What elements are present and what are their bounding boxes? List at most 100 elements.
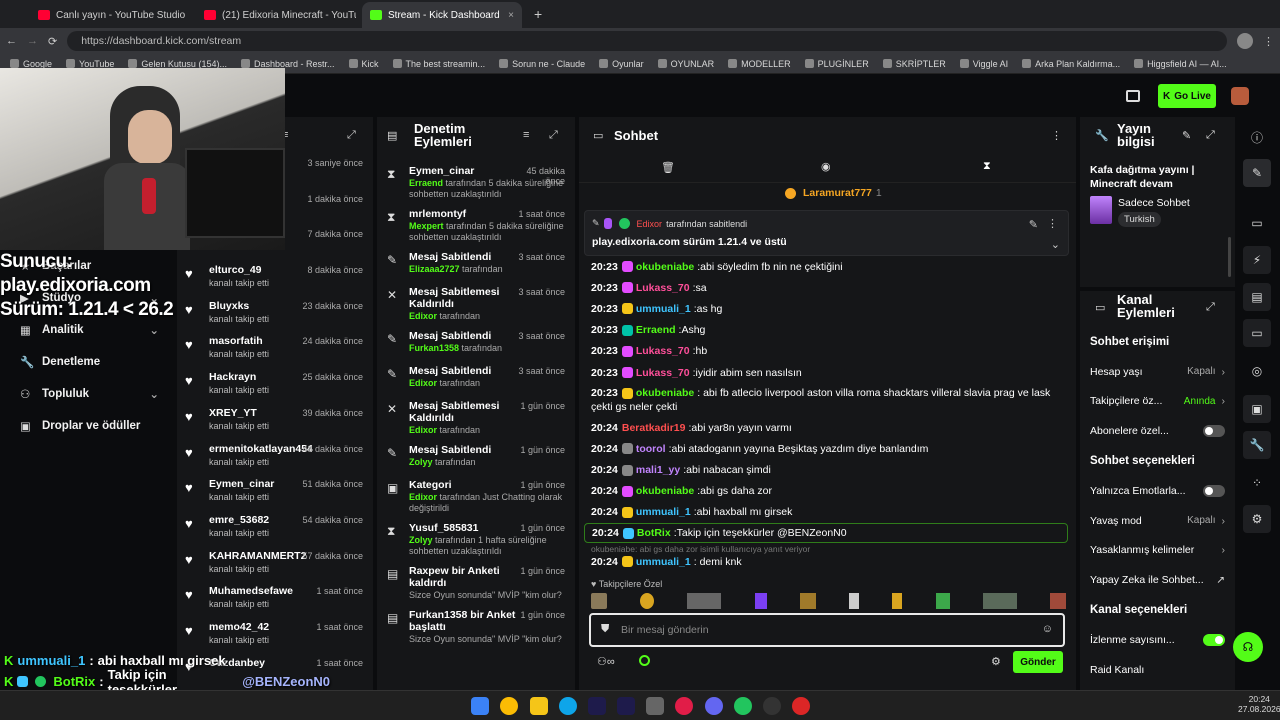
chat-message[interactable]: 20:24 ummuali_1 : demi knk (579, 551, 1076, 572)
chat-message[interactable]: 20:24 okubeniabe: abi gs daha zor (579, 481, 1076, 502)
chat-username[interactable]: okubeniabe (636, 485, 694, 497)
discord-icon[interactable] (705, 697, 723, 715)
app-icon[interactable] (763, 697, 781, 715)
mod-action-row[interactable]: ▤ Furkan1358 bir Anket başlattı Sizce Oyun… (377, 605, 575, 649)
channel-setting-row[interactable]: Abonelere özel... (1080, 416, 1235, 446)
go-live-button[interactable]: K Go Live (1158, 84, 1216, 108)
nav-item[interactable]: 🔧 Denetleme (0, 346, 177, 378)
spotify-icon[interactable] (734, 697, 752, 715)
chat-username[interactable]: ummuali_1 (636, 303, 691, 315)
toggle-switch[interactable] (1203, 634, 1225, 647)
toggle-switch[interactable] (1203, 485, 1225, 498)
nav-item[interactable]: ▣ Droplar ve ödüller (0, 410, 177, 442)
popout-icon[interactable]: ⤢ (549, 129, 558, 142)
follower-row[interactable]: ♥ KAHRAMANMERT2 kanalı takip etti 57 dakika… (177, 546, 373, 582)
mod-actor[interactable]: Zolyy (409, 457, 433, 467)
bookmark-item[interactable]: Gelen Kutusu (154)... (128, 59, 227, 69)
chat-username[interactable]: Lukass_70 (636, 282, 690, 294)
stream-tag[interactable]: Turkish (1118, 212, 1161, 227)
edge-icon[interactable] (559, 697, 577, 715)
gear-icon[interactable]: ⚙ (991, 655, 1001, 668)
hourglass-icon[interactable]: ⧗ (983, 160, 991, 173)
follower-row[interactable]: ♥ Eymen_cinar kanalı takip etti 51 dakika ö… (177, 474, 373, 510)
menu-icon[interactable]: ⋮ (1263, 35, 1274, 48)
toggle-switch[interactable] (1203, 424, 1225, 437)
chat-username[interactable]: okubeniabe (636, 387, 694, 399)
more-icon[interactable]: ⋮ (1051, 129, 1062, 142)
chat-username[interactable]: Erraend (636, 324, 676, 336)
follower-row[interactable]: ♥ ermenitokatlayan454 kanalı takip etti 48 … (177, 439, 373, 475)
list-icon[interactable]: ▤ (1243, 283, 1271, 311)
bookmark-item[interactable]: Arka Plan Kaldırma... (1022, 59, 1120, 69)
close-icon[interactable]: × (508, 10, 514, 21)
target-icon[interactable]: ◎ (1243, 357, 1271, 385)
mod-actor[interactable]: Elizaaa2727 (409, 264, 460, 274)
chrome-icon[interactable] (500, 697, 518, 715)
chat-username[interactable]: ummuali_1 (636, 556, 691, 568)
channel-setting-row[interactable]: Yapay Zeka ile Sohbet... ↗ (1080, 565, 1235, 595)
bookmark-item[interactable]: Viggle AI (959, 59, 1008, 69)
mod-actor[interactable]: Mexpert (409, 221, 444, 231)
follower-row[interactable]: ♥ masorfatih kanalı takip etti 24 dakika ön… (177, 331, 373, 367)
mod-action-row[interactable]: ▣ Kategori Edixor tarafından Just Chatting… (377, 475, 575, 518)
chat-bubble-icon[interactable]: ◉ (821, 160, 831, 173)
channel-setting-row[interactable]: Yalnızca Emotlarla... (1080, 477, 1235, 507)
forward-icon[interactable]: → (27, 35, 38, 47)
mod-action-row[interactable]: ⧗ Yusuf_585831 Zolyy tarafından 1 hafta sü… (377, 518, 575, 561)
browser-tab[interactable]: (21) Edixoria Minecraft - YouTube× (196, 2, 356, 28)
follower-row[interactable]: ♥ Hackrayn kanalı takip etti 25 dakika önce (177, 367, 373, 403)
support-icon[interactable]: ☊ (1233, 632, 1263, 662)
profile-avatar[interactable] (1237, 33, 1253, 49)
follower-row[interactable]: ♥ Bluyxks kanalı takip etti 23 dakika önce (177, 296, 373, 332)
channel-setting-row[interactable]: Raid Kanalı (1080, 655, 1235, 685)
kick-icon-button[interactable] (1126, 90, 1140, 102)
bolt-icon[interactable]: ⚡ (1243, 246, 1271, 274)
bookmark-item[interactable]: YouTube (66, 59, 114, 69)
browser-tab[interactable]: Canlı yayın - YouTube Studio× (30, 2, 190, 28)
mod-action-row[interactable]: ▤ Raxpew bir Anketi kaldırdı Sizce Oyun so… (377, 561, 575, 605)
popout-icon[interactable]: ⤢ (347, 129, 356, 142)
bookmark-item[interactable]: PLUGİNLER (804, 59, 869, 69)
mod-actor[interactable]: Edixor (409, 425, 437, 435)
chat-message[interactable]: 20:23 ummuali_1: as hg (579, 298, 1076, 319)
window-icon[interactable]: ▣ (1243, 395, 1271, 423)
popout-icon[interactable]: ⤢ (1206, 301, 1215, 314)
bookmark-item[interactable]: Higgsfield AI — AI... (1134, 59, 1227, 69)
screen-icon[interactable]: ▭ (1243, 209, 1271, 237)
unpin-icon[interactable]: ✎ (1029, 218, 1038, 231)
mod-action-row[interactable]: ✕ Mesaj Sabitlemesi Kaldırıldı Edixor tara… (377, 396, 575, 440)
mod-actor[interactable]: Furkan1358 (409, 343, 459, 353)
mod-action-row[interactable]: ⧗ mrlemontyf Mexpert tarafından 5 dakika s… (377, 204, 575, 247)
pinned-message[interactable]: ✎ Edixor tarafından sabitlendi play.edix… (584, 210, 1069, 256)
new-tab-icon[interactable]: + (534, 6, 542, 22)
chat-username[interactable]: okubeniabe (636, 261, 694, 273)
chat-message[interactable]: 20:24 BotRix: Takip için teşekkürler @BEN… (584, 523, 1068, 544)
chat-username[interactable]: ummuali_1 (636, 506, 691, 518)
windows-start-icon[interactable] (471, 697, 489, 715)
follower-row[interactable]: ♥ Muhamedsefawe kanalı takip etti 1 saat ön… (177, 581, 373, 617)
bookmark-item[interactable]: Sorun ne - Claude (499, 59, 585, 69)
popout-icon[interactable]: ⤢ (1206, 129, 1215, 142)
mod-action-row[interactable]: ✕ Mesaj Sabitlemesi Kaldırıldı Edixor tara… (377, 282, 575, 326)
app-icon[interactable] (675, 697, 693, 715)
mod-actor[interactable]: Edixor (409, 492, 437, 502)
bookmark-item[interactable]: OYUNLAR (657, 59, 714, 69)
nav-item[interactable]: ⚇ Topluluk ⌄ (0, 378, 177, 410)
chevron-down-icon[interactable]: ⌄ (1051, 238, 1060, 251)
users-icon[interactable]: ⚇∞ (597, 655, 615, 668)
chat-message[interactable]: 20:23 okubeniabe: abi fb atlecio liverpoo… (579, 383, 1076, 417)
trash-icon[interactable]: 🗑 (661, 161, 675, 174)
mod-actor[interactable]: Erraend (409, 178, 443, 188)
clock[interactable]: 20:24 27.08.2026 (1238, 694, 1280, 714)
filter-icon[interactable]: ≡ (523, 129, 529, 141)
reload-icon[interactable]: ⟳ (48, 35, 57, 48)
premiere-icon[interactable] (617, 697, 635, 715)
back-icon[interactable]: ← (6, 35, 17, 47)
bookmark-item[interactable]: MODELLER (728, 59, 791, 69)
app-icon[interactable] (646, 697, 664, 715)
scrollbar[interactable] (1228, 237, 1231, 277)
bookmark-item[interactable]: Oyunlar (599, 59, 644, 69)
chat-message[interactable]: 20:24 toorol: abi atadoganın yayına Beşik… (579, 438, 1076, 459)
chat-input[interactable]: ⛊ Bir mesaj gönderin ☺ (589, 613, 1065, 647)
channel-setting-row[interactable]: Hesap yaşı Kapalı › (1080, 357, 1235, 387)
